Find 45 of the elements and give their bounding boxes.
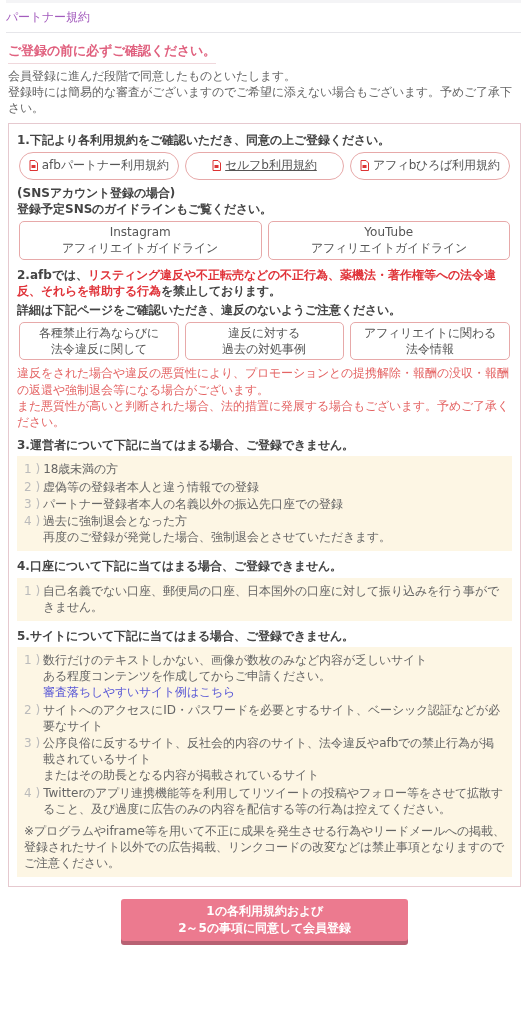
guideline-link[interactable]: YouTube アフィリエイトガイドライン: [267, 221, 510, 260]
condition-text: 過去に強制退会となった方: [43, 512, 189, 530]
item-number: 2 ): [24, 478, 41, 495]
sns-note: 登録予定SNSのガイドラインもご覧ください。: [17, 200, 274, 218]
pdf-icon: [28, 160, 38, 172]
notice-text: 会員登録に進んだ段階で同意したものといたします。: [8, 68, 297, 85]
condition-text: 数行だけのテキストしかない、画像が数枚のみなど内容が乏しいサイト: [43, 652, 428, 669]
guideline-link[interactable]: Instagram アフィリエイトガイドライン: [19, 221, 262, 260]
item-number: 1 ): [24, 461, 41, 478]
sns-note: (SNSアカウント登録の場合): [17, 184, 177, 201]
pdf-icon: [212, 160, 222, 172]
item-number: 2 ): [24, 701, 41, 719]
condition-text: またはその助長となる内容が掲載されているサイト: [43, 767, 321, 784]
condition-text: パートナー登録者本人の名義以外の振込先口座での登録: [43, 495, 344, 512]
condition-text: 再度のご登録が発覚した場合、強制退会とさせていただきます。: [43, 529, 392, 546]
item-number: 4 ): [24, 512, 41, 530]
condition-text: サイトへのアクセスにID・パスワードを必要とするサイト、ベーシック認証などが必要なサイト: [43, 701, 501, 734]
item-number: 1 ): [24, 652, 41, 670]
section-heading: 5.サイトについて下記に当てはまる場合、ご登録できません。: [17, 627, 355, 645]
info-link[interactable]: アフィリエイトに関わる 法令情報: [350, 322, 510, 361]
item-number: 3 ): [24, 495, 41, 512]
notice-heading: ご登録の前に必ずご確認ください。: [8, 43, 216, 64]
condition-text: Twitterのアプリ連携機能等を利用してリツイートの投稿やフォロー等をさせて拡散すること、及び過度に広告のみの内容を配信する等の行為は控えてください。: [43, 784, 505, 817]
notice-text: 登録時には簡易的な審査がございますのでご希望に添えない場合もございます。予めご了承下さい。: [8, 84, 513, 117]
info-link[interactable]: 各種禁止行為ならびに 法令違反に関して: [19, 322, 179, 361]
condition-text: 公序良俗に反するサイト、反社会的内容のサイト、法令違反やafbでの禁止行為が掲載されているサイト: [43, 735, 496, 768]
item-number: 3 ): [24, 735, 41, 752]
caution-note: ※プログラムやiframe等を用いて不正に成果を発生させる行為やリードメールへの掲載、登録されたサイト以外での広告掲載、リンクコードの改変などは禁止事項となりますのでご注意ください。: [24, 822, 505, 872]
item-number: 1 ): [24, 582, 41, 600]
page-title: パートナー規約: [6, 9, 91, 26]
warning-text: また悪質性が高いと判断された場合、法的措置に発展する場合もございます。予めご了承ください。: [17, 397, 510, 431]
condition-text: 18歳未満の方: [43, 461, 119, 478]
section-heading: 4.口座について下記に当てはまる場合、ご登録できません。: [17, 558, 343, 575]
example-link[interactable]: 審査落ちしやすいサイト例はこちら: [43, 685, 236, 700]
condition-text: 虚偽等の登録者本人と違う情報での登録: [43, 478, 260, 495]
section-heading: 2.afbでは、リスティング違反や不正転売などの不正行為、薬機法・著作権等への法令違反、それらを幇助する行為を禁止しております。: [17, 266, 497, 299]
section-heading: 1.下記より各利用規約をご確認いただき、同意の上ご登録ください。: [17, 131, 391, 148]
item-number: 4 ): [24, 784, 41, 802]
detail-text: 詳細は下記ページをご確認いただき、違反のないようご注意ください。: [17, 301, 402, 319]
pdf-icon: [359, 160, 369, 172]
condition-text: 自己名義でない口座、郵便局の口座、日本国外の口座に対して振り込みを行う事ができません。: [43, 582, 501, 615]
condition-text: ある程度コンテンツを作成してからご申請ください。: [43, 668, 333, 685]
info-link[interactable]: 違反に対する 過去の対処事例: [184, 322, 345, 361]
section-heading: 3.運営者について下記に当てはまる場合、ご登録できません。: [17, 437, 355, 454]
warning-text: 違反をされた場合や違反の悪質性により、プロモーションとの提携解除・報酬の没収・報酬の返還や強制退会等になる場合がございます。: [17, 365, 510, 398]
